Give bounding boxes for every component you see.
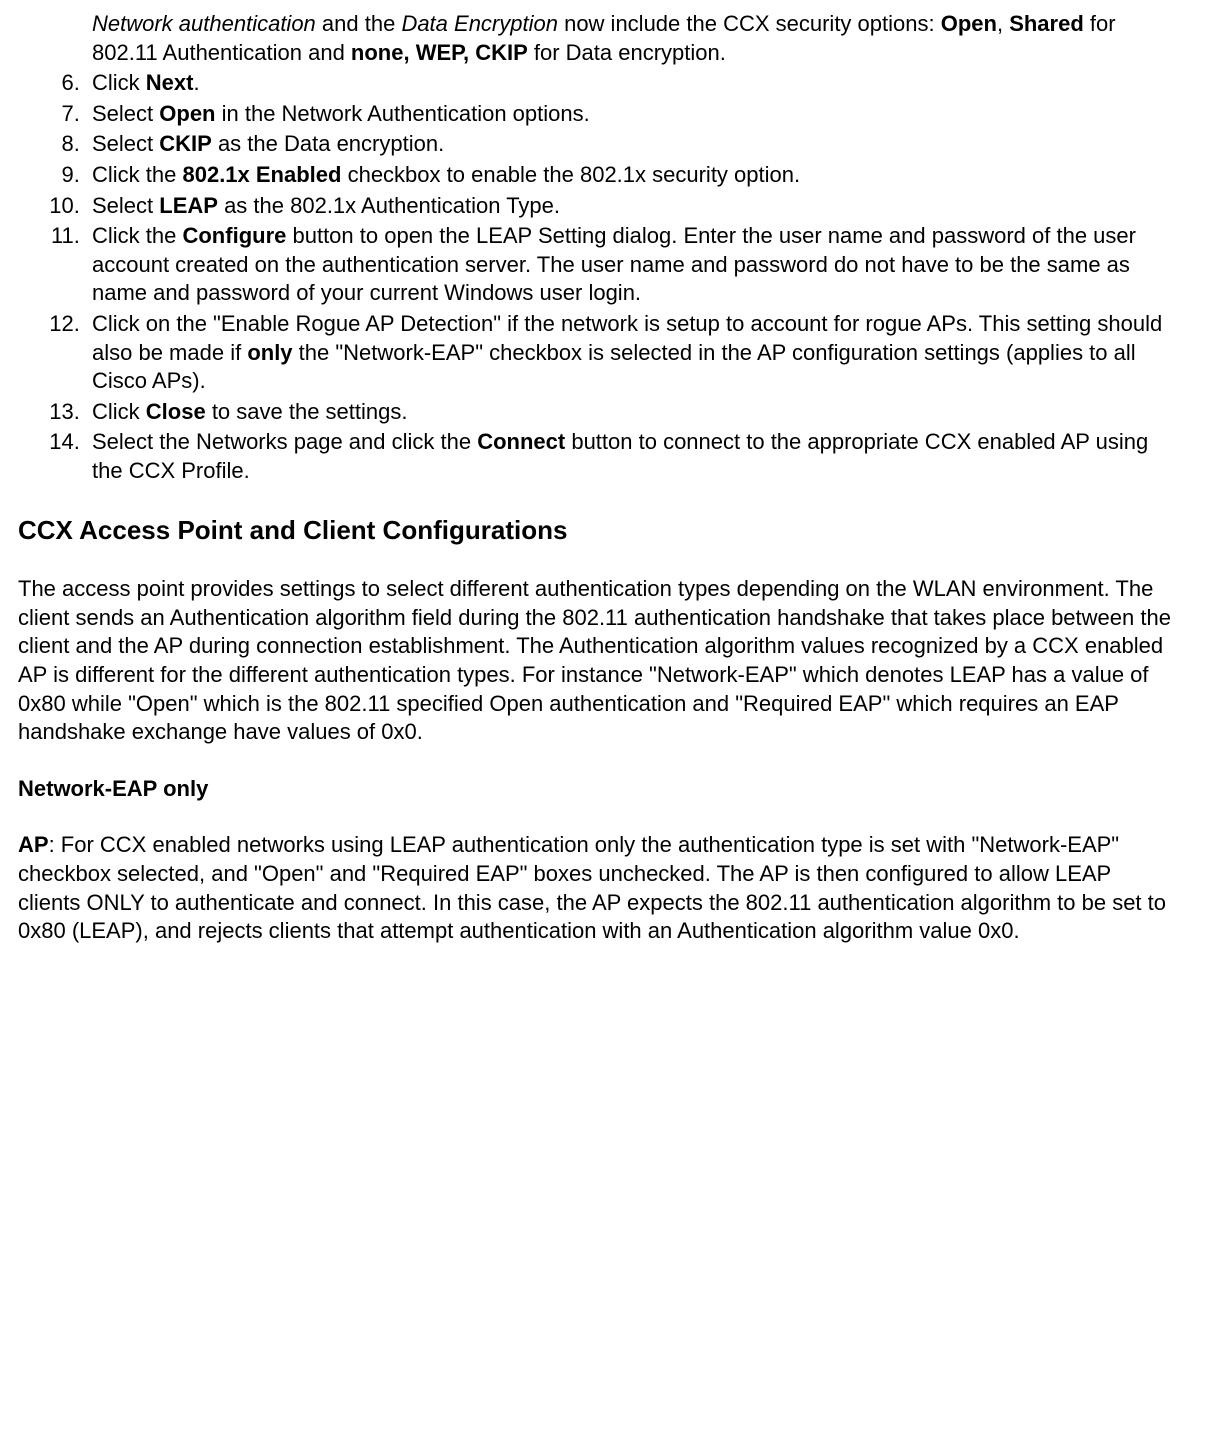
text-italic: Data Encryption <box>401 11 558 36</box>
text-bold: only <box>247 340 292 365</box>
text: Click <box>92 70 146 95</box>
text: Select <box>92 131 159 156</box>
text-bold: Open <box>159 101 215 126</box>
text: , <box>997 11 1009 36</box>
text: Click <box>92 399 146 424</box>
list-item: Click the Configure button to open the L… <box>86 222 1176 308</box>
list-item: Select Open in the Network Authenticatio… <box>86 100 1176 129</box>
text: Click the <box>92 223 182 248</box>
instruction-list: Click Next. Select Open in the Network A… <box>18 69 1176 485</box>
text: Select <box>92 193 159 218</box>
heading-network-eap: Network-EAP only <box>18 775 1176 804</box>
text-bold: AP <box>18 832 49 857</box>
text-italic: Network authentication <box>92 11 316 36</box>
text: as the Data encryption. <box>212 131 444 156</box>
text-bold: LEAP <box>159 193 218 218</box>
text-bold: Configure <box>182 223 286 248</box>
text-bold: Close <box>146 399 206 424</box>
list-item: Select LEAP as the 802.1x Authentication… <box>86 192 1176 221</box>
text: Select <box>92 101 159 126</box>
text: checkbox to enable the 802.1x security o… <box>341 162 800 187</box>
list-item: Click Next. <box>86 69 1176 98</box>
text: Click the <box>92 162 182 187</box>
list-item: Select the Networks page and click the C… <box>86 428 1176 485</box>
paragraph: The access point provides settings to se… <box>18 575 1176 747</box>
list-item: Click on the "Enable Rogue AP Detection"… <box>86 310 1176 396</box>
list-item: Select CKIP as the Data encryption. <box>86 130 1176 159</box>
text: . <box>193 70 199 95</box>
text-bold: Connect <box>477 429 565 454</box>
text-bold: Open <box>941 11 997 36</box>
heading-ccx-config: CCX Access Point and Client Configuratio… <box>18 514 1176 548</box>
text-bold: Next <box>146 70 194 95</box>
text: as the 802.1x Authentication Type. <box>218 193 560 218</box>
paragraph: AP: For CCX enabled networks using LEAP … <box>18 831 1176 945</box>
text: for Data encryption. <box>528 40 726 65</box>
text: : For CCX enabled networks using LEAP au… <box>18 832 1166 943</box>
list-item: Click the 802.1x Enabled checkbox to ena… <box>86 161 1176 190</box>
text: in the Network Authentication options. <box>216 101 590 126</box>
text-bold: CKIP <box>159 131 212 156</box>
text-bold: none, WEP, CKIP <box>351 40 528 65</box>
text: and the <box>316 11 402 36</box>
text-bold: 802.1x Enabled <box>182 162 341 187</box>
text: Select the Networks page and click the <box>92 429 477 454</box>
list-item-5-continuation: Network authentication and the Data Encr… <box>92 10 1176 67</box>
list-item: Click Close to save the settings. <box>86 398 1176 427</box>
text-bold: Shared <box>1009 11 1084 36</box>
text: to save the settings. <box>206 399 408 424</box>
text: now include the CCX security options: <box>558 11 941 36</box>
